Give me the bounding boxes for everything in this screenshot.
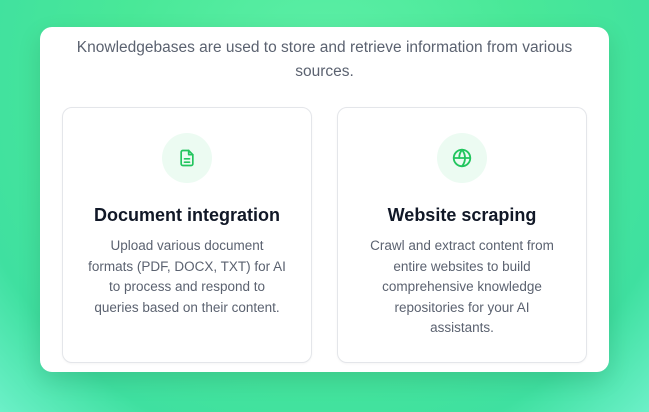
document-icon <box>180 149 194 167</box>
intro-text: Knowledgebases are used to store and ret… <box>76 39 573 80</box>
document-integration-card[interactable]: Document integration Upload various docu… <box>62 107 312 363</box>
card-description: Upload various document formats (PDF, DO… <box>88 238 286 315</box>
website-scraping-card[interactable]: Website scraping Crawl and extract conte… <box>337 107 587 363</box>
globe-icon-badge <box>437 133 487 183</box>
document-icon-badge <box>162 133 212 183</box>
card-title: Website scraping <box>387 205 537 225</box>
globe-icon <box>452 148 472 168</box>
card-description: Crawl and extract content from entire we… <box>370 238 554 335</box>
knowledgebase-panel: Knowledgebases are used to store and ret… <box>40 27 609 372</box>
card-title: Document integration <box>93 205 280 225</box>
